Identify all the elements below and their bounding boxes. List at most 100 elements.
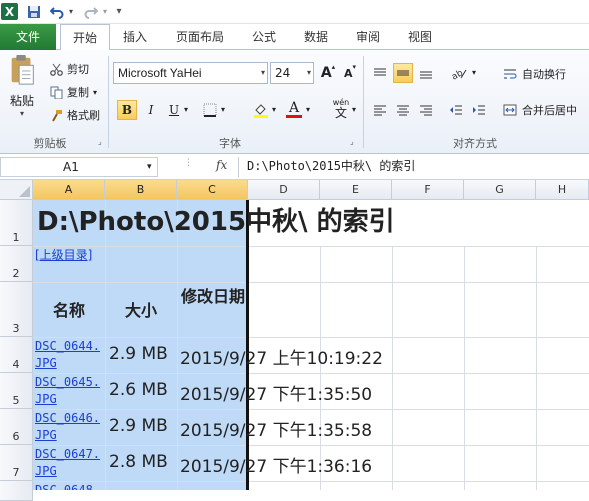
column-header-c[interactable]: C — [177, 180, 248, 200]
phonetic-button[interactable]: wén 文 — [328, 97, 354, 121]
wrap-text-button[interactable]: 自动换行 — [502, 65, 566, 83]
decrease-font-size-button[interactable]: A ▾ — [340, 63, 360, 83]
name-box[interactable]: A1 ▾ — [0, 157, 158, 177]
cut-button[interactable]: 剪切 — [48, 60, 89, 78]
header-size-cell[interactable]: 大小 — [105, 297, 177, 321]
align-top-icon — [374, 68, 386, 76]
worksheet-grid[interactable]: D:\Photo\2015中秋\ 的索引 [上级目录] 名称 大小 修改日期 D… — [33, 200, 589, 490]
bold-button[interactable]: B — [117, 100, 137, 120]
align-right-button[interactable] — [416, 100, 436, 120]
format-painter-button[interactable]: 格式刷 — [48, 106, 100, 124]
font-size-select[interactable]: 24 ▾ — [270, 62, 314, 84]
insert-function-icon[interactable]: fx — [216, 158, 227, 172]
column-header-a[interactable]: A — [33, 180, 105, 200]
file-name-link[interactable]: DSC_0645.JPG — [35, 374, 103, 408]
gridline — [33, 246, 589, 247]
column-header-e[interactable]: E — [320, 180, 392, 200]
redo-icon[interactable] — [82, 3, 100, 20]
ribbon-home: 粘贴 ▾ 剪切 复制 ▾ 格式刷 剪贴板 ⌟ Microsoft YaHei ▾… — [0, 50, 589, 154]
column-header-b[interactable]: B — [105, 180, 177, 200]
tab-page-layout[interactable]: 页面布局 — [168, 24, 232, 50]
column-header-h[interactable]: H — [536, 180, 589, 200]
row-header-2[interactable]: 2 — [0, 246, 33, 282]
font-color-button[interactable]: A — [284, 99, 304, 119]
tab-home[interactable]: 开始 — [60, 24, 110, 51]
underline-dropdown-icon[interactable]: ▾ — [184, 105, 188, 114]
orientation-button[interactable]: ab — [446, 63, 472, 83]
tab-review[interactable]: 审阅 — [346, 24, 390, 50]
ribbon-separator — [363, 56, 364, 148]
tab-data[interactable]: 数据 — [294, 24, 338, 50]
file-date-cell[interactable]: 2015/9/27 下午1:35:50 — [180, 380, 372, 405]
file-date-cell[interactable]: 2015/9/27 下午1:36:16 — [180, 452, 372, 477]
excel-logo-icon[interactable]: X — [1, 3, 18, 20]
align-middle-button[interactable] — [393, 63, 413, 83]
paste-button[interactable]: 粘贴 ▾ — [6, 54, 38, 118]
increase-indent-icon — [473, 105, 485, 115]
clipboard-launcher-icon[interactable]: ⌟ — [98, 137, 102, 146]
header-name-cell[interactable]: 名称 — [33, 297, 105, 321]
fill-color-button[interactable] — [251, 100, 271, 120]
file-size-cell[interactable]: 2.9 MB — [109, 416, 168, 436]
file-name-link[interactable]: DSC_0644.JPG — [35, 338, 103, 372]
row-header-8[interactable] — [0, 481, 33, 501]
tab-formulas[interactable]: 公式 — [242, 24, 286, 50]
copy-dropdown-icon[interactable]: ▾ — [93, 88, 97, 97]
customize-toolbar-icon[interactable]: ▾ — [114, 3, 124, 20]
decrease-indent-button[interactable] — [446, 100, 466, 120]
increase-indent-button[interactable] — [469, 100, 489, 120]
row-header-5[interactable]: 5 — [0, 373, 33, 409]
header-modified-cell[interactable]: 修改日期 — [181, 284, 245, 310]
sheet-title-cell[interactable]: D:\Photo\2015中秋\ 的索引 — [37, 205, 395, 239]
file-name-link[interactable]: DSC_0646.JPG — [35, 410, 103, 444]
redo-dropdown-icon[interactable]: ▾ — [101, 3, 109, 20]
align-top-button[interactable] — [370, 63, 390, 83]
gridline — [33, 445, 589, 446]
font-launcher-icon[interactable]: ⌟ — [350, 137, 354, 146]
row-header-1[interactable]: 1 — [0, 200, 33, 246]
align-bottom-button[interactable] — [416, 63, 436, 83]
parent-directory-link[interactable]: [上级目录] — [35, 247, 103, 264]
font-name-select[interactable]: Microsoft YaHei ▾ — [113, 62, 268, 84]
borders-dropdown-icon[interactable]: ▾ — [221, 105, 225, 114]
name-box-dropdown-icon[interactable]: ▾ — [147, 158, 152, 176]
select-all-corner[interactable] — [0, 180, 33, 200]
chevron-down-icon: ▾ — [306, 68, 311, 77]
file-name-link[interactable]: DSC_0647.JPG — [35, 446, 103, 480]
align-center-button[interactable] — [393, 100, 413, 120]
undo-dropdown-icon[interactable]: ▾ — [67, 3, 75, 20]
undo-icon[interactable] — [48, 3, 66, 20]
file-size-cell[interactable]: 2.8 MB — [109, 452, 168, 472]
font-color-dropdown-icon[interactable]: ▾ — [306, 105, 310, 114]
fill-color-dropdown-icon[interactable]: ▾ — [272, 105, 276, 114]
orientation-dropdown-icon[interactable]: ▾ — [472, 68, 476, 77]
tab-file[interactable]: 文件 — [0, 24, 56, 50]
row-header-6[interactable]: 6 — [0, 409, 33, 445]
column-header-g[interactable]: G — [464, 180, 536, 200]
borders-button[interactable] — [200, 100, 220, 120]
paste-icon — [11, 54, 34, 85]
tab-insert[interactable]: 插入 — [112, 24, 158, 50]
formula-input[interactable]: D:\Photo\2015中秋\ 的索引 — [238, 157, 589, 177]
copy-button[interactable]: 复制 ▾ — [48, 83, 97, 101]
paste-dropdown-icon[interactable]: ▾ — [20, 109, 24, 118]
merge-cells-icon — [502, 104, 518, 116]
column-header-f[interactable]: F — [392, 180, 464, 200]
file-name-link-partial[interactable]: DSC_0648 — [35, 482, 103, 490]
italic-button[interactable]: I — [141, 100, 161, 120]
save-icon[interactable] — [26, 3, 42, 20]
increase-font-size-button[interactable]: A ▴ — [318, 63, 338, 83]
file-size-cell[interactable]: 2.6 MB — [109, 380, 168, 400]
row-header-3[interactable]: 3 — [0, 282, 33, 337]
tab-view[interactable]: 视图 — [398, 24, 442, 50]
phonetic-dropdown-icon[interactable]: ▾ — [352, 105, 356, 114]
column-header-d[interactable]: D — [248, 180, 320, 200]
row-header-7[interactable]: 7 — [0, 445, 33, 481]
align-left-button[interactable] — [370, 100, 390, 120]
file-size-cell[interactable]: 2.9 MB — [109, 344, 168, 364]
row-header-4[interactable]: 4 — [0, 337, 33, 373]
file-date-cell[interactable]: 2015/9/27 下午1:35:58 — [180, 416, 372, 441]
file-date-cell[interactable]: 2015/9/27 上午10:19:22 — [180, 344, 383, 369]
merge-center-button[interactable]: 合并后居中 — [502, 101, 577, 119]
underline-button[interactable]: U — [164, 100, 184, 120]
